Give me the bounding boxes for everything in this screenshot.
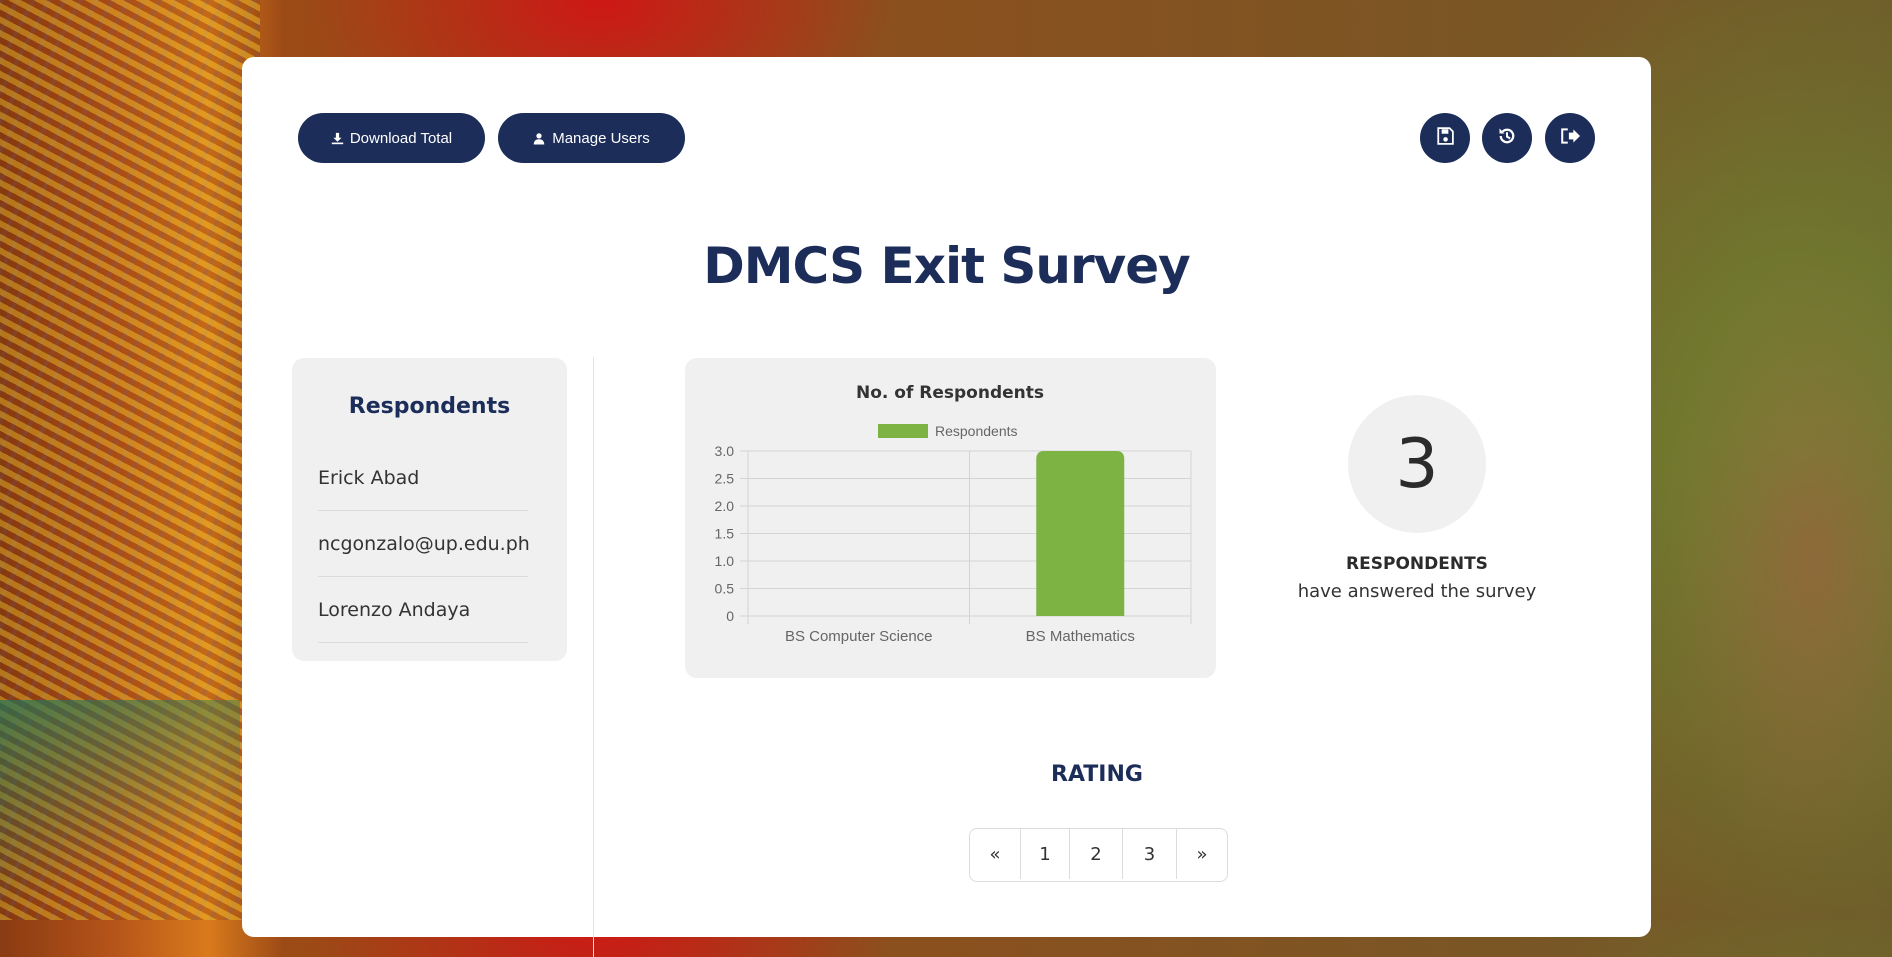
vertical-divider xyxy=(593,357,594,957)
x-tick-label: BS Mathematics xyxy=(1026,628,1135,645)
chart-title: No. of Respondents xyxy=(856,383,1044,403)
respondents-heading: Respondents xyxy=(348,394,511,419)
y-tick-label: 2.5 xyxy=(715,471,735,487)
respondents-panel: Respondents Erick Abad ncgonzalo@up.edu.… xyxy=(292,358,567,661)
y-tick-label: 0.5 xyxy=(715,581,735,597)
y-tick-label: 1.0 xyxy=(715,553,735,569)
respondents-list: Erick Abad ncgonzalo@up.edu.ph Lorenzo A… xyxy=(318,445,530,643)
background-textile-accent xyxy=(0,700,240,920)
respondent-item[interactable]: Lorenzo Andaya xyxy=(318,577,528,643)
history-button[interactable] xyxy=(1482,113,1532,163)
pagination-page-1[interactable]: 1 xyxy=(1021,829,1070,879)
legend-swatch xyxy=(878,424,928,438)
main-card: Download Total Manage Users DMCS Exit Su… xyxy=(242,57,1651,957)
pagination-page-2[interactable]: 2 xyxy=(1070,829,1123,879)
download-total-label: Download Total xyxy=(349,129,453,147)
pagination: « 1 2 3 » xyxy=(969,828,1228,882)
user-icon xyxy=(533,132,546,145)
respondent-count-label: RESPONDENTS xyxy=(1346,554,1488,574)
logout-button[interactable] xyxy=(1545,113,1595,163)
respondents-chart: No. of Respondents Respondents 0 0.5 1.0 1.5 2… xyxy=(715,383,1192,645)
history-icon xyxy=(1497,126,1517,150)
y-tick-label: 0 xyxy=(726,608,734,624)
bar xyxy=(1036,451,1125,616)
manage-users-button[interactable]: Manage Users xyxy=(498,113,685,163)
save-button[interactable] xyxy=(1420,113,1470,163)
x-tick-label: BS Computer Science xyxy=(785,628,933,645)
save-icon xyxy=(1436,127,1454,149)
legend-label: Respondents xyxy=(935,423,1018,439)
y-tick-label: 3.0 xyxy=(715,443,735,459)
rating-heading: RATING xyxy=(1051,762,1143,787)
respondent-item[interactable]: Erick Abad xyxy=(318,445,528,511)
download-total-button[interactable]: Download Total xyxy=(298,113,485,163)
manage-users-label: Manage Users xyxy=(552,129,650,147)
respondent-count-subtext: have answered the survey xyxy=(1297,581,1537,602)
respondent-count: 3 xyxy=(1348,395,1486,533)
pagination-page-3[interactable]: 3 xyxy=(1123,829,1177,879)
pagination-prev[interactable]: « xyxy=(970,829,1021,879)
y-tick-label: 1.5 xyxy=(715,526,735,542)
logout-icon xyxy=(1560,127,1580,149)
pagination-next[interactable]: » xyxy=(1177,829,1227,879)
download-icon xyxy=(331,132,344,145)
respondent-item[interactable]: ncgonzalo@up.edu.ph xyxy=(318,511,530,577)
page-title: DMCS Exit Survey xyxy=(703,237,1191,295)
background-statue xyxy=(1632,180,1892,920)
y-tick-label: 2.0 xyxy=(715,498,735,514)
respondents-chart-panel: No. of Respondents Respondents 0 0.5 1.0 1.5 2… xyxy=(685,358,1216,678)
